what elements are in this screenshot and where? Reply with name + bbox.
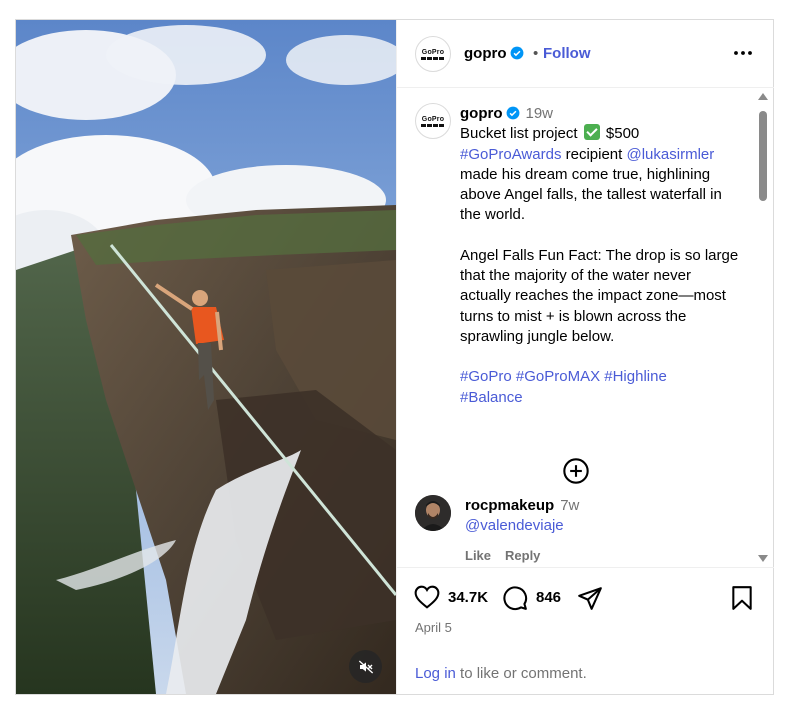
follow-button[interactable]: Follow <box>543 45 591 62</box>
comment-reply-button[interactable]: Reply <box>505 548 540 563</box>
check-mark-emoji-icon <box>583 124 600 141</box>
caption-line1-text: Bucket list project <box>460 125 582 143</box>
gopro-logo: GoPro <box>421 116 445 127</box>
mention-link[interactable]: @lukasirmler <box>627 146 715 163</box>
post-details-pane: GoPro gopro • Follow GoPro gopro 19w Buck… <box>396 20 774 694</box>
separator-dot: • <box>533 45 539 62</box>
author-avatar[interactable]: GoPro <box>415 36 451 72</box>
caption-timestamp[interactable]: 19w <box>526 105 554 122</box>
hashtag-link[interactable]: #GoPro <box>460 368 512 385</box>
verified-badge-icon <box>506 106 519 120</box>
comment-like-button[interactable]: Like <box>465 548 491 563</box>
hashtag-link[interactable]: #GoProMAX <box>516 368 600 385</box>
likes-count[interactable]: 34.7K <box>448 589 488 606</box>
comments-count[interactable]: 846 <box>536 589 561 606</box>
comment-timestamp[interactable]: 7w <box>560 497 579 514</box>
gopro-logo: GoPro <box>421 49 445 60</box>
heart-icon[interactable] <box>414 585 440 609</box>
scrollbar[interactable] <box>756 93 770 568</box>
comment-mention-link[interactable]: @valendeviaje <box>465 517 564 534</box>
hashtag-link[interactable]: #GoProAwards <box>460 146 561 163</box>
login-prompt: Log in to like or comment. <box>415 665 587 682</box>
mute-toggle-button[interactable] <box>349 650 382 683</box>
post-card: GoPro gopro • Follow GoPro gopro 19w Buck… <box>15 19 774 695</box>
post-header: GoPro gopro • Follow <box>397 20 774 88</box>
commenter-username: rocpmakeup 7w <box>465 497 579 514</box>
caption-hashtags: #GoPro #GoProMAX #Highline #Balance <box>460 367 745 408</box>
author-username[interactable]: gopro <box>464 45 524 62</box>
hashtag-link[interactable]: #Balance <box>460 389 523 406</box>
post-date[interactable]: April 5 <box>415 620 452 635</box>
caption-recipient-text: recipient <box>561 145 627 163</box>
login-prompt-text: to like or comment. <box>455 665 587 682</box>
commenter-avatar[interactable] <box>415 495 451 531</box>
caption-username[interactable]: gopro <box>460 105 503 122</box>
post-video[interactable] <box>16 20 396 694</box>
scroll-down-arrow[interactable] <box>758 555 768 562</box>
scroll-up-arrow[interactable] <box>758 93 768 100</box>
commenter-username-link[interactable]: rocpmakeup <box>465 497 554 514</box>
post-caption: gopro 19w Bucket list project $500 #GoPro… <box>460 104 745 408</box>
more-options-icon <box>734 51 752 55</box>
commenter-photo <box>415 495 451 531</box>
caption-author-avatar[interactable]: GoPro <box>415 103 451 139</box>
more-options-button[interactable] <box>731 41 755 65</box>
verified-badge-icon <box>510 46 523 60</box>
post-actions: 34.7K 846 April 5 Log in to like or comm… <box>397 567 774 694</box>
muted-speaker-icon <box>358 660 373 673</box>
caption-prize-text: $500 <box>601 125 640 143</box>
comments-scroll-area[interactable]: GoPro gopro 19w Bucket list project $500 … <box>397 89 774 567</box>
comment-bubble-icon[interactable] <box>502 585 528 611</box>
hashtag-link[interactable]: #Highline <box>604 368 667 385</box>
scrollbar-thumb[interactable] <box>759 111 767 201</box>
bookmark-icon[interactable] <box>730 585 754 611</box>
caption-fun-fact: Angel Falls Fun Fact: The drop is so lar… <box>460 246 739 345</box>
plus-circle-icon[interactable] <box>562 457 590 485</box>
caption-line2-text: made his dream come true, highlining abo… <box>460 165 722 224</box>
video-frame <box>16 20 396 694</box>
login-link[interactable]: Log in <box>415 665 456 682</box>
comment-actions: Like Reply <box>465 548 554 563</box>
paper-plane-icon[interactable] <box>577 585 603 611</box>
